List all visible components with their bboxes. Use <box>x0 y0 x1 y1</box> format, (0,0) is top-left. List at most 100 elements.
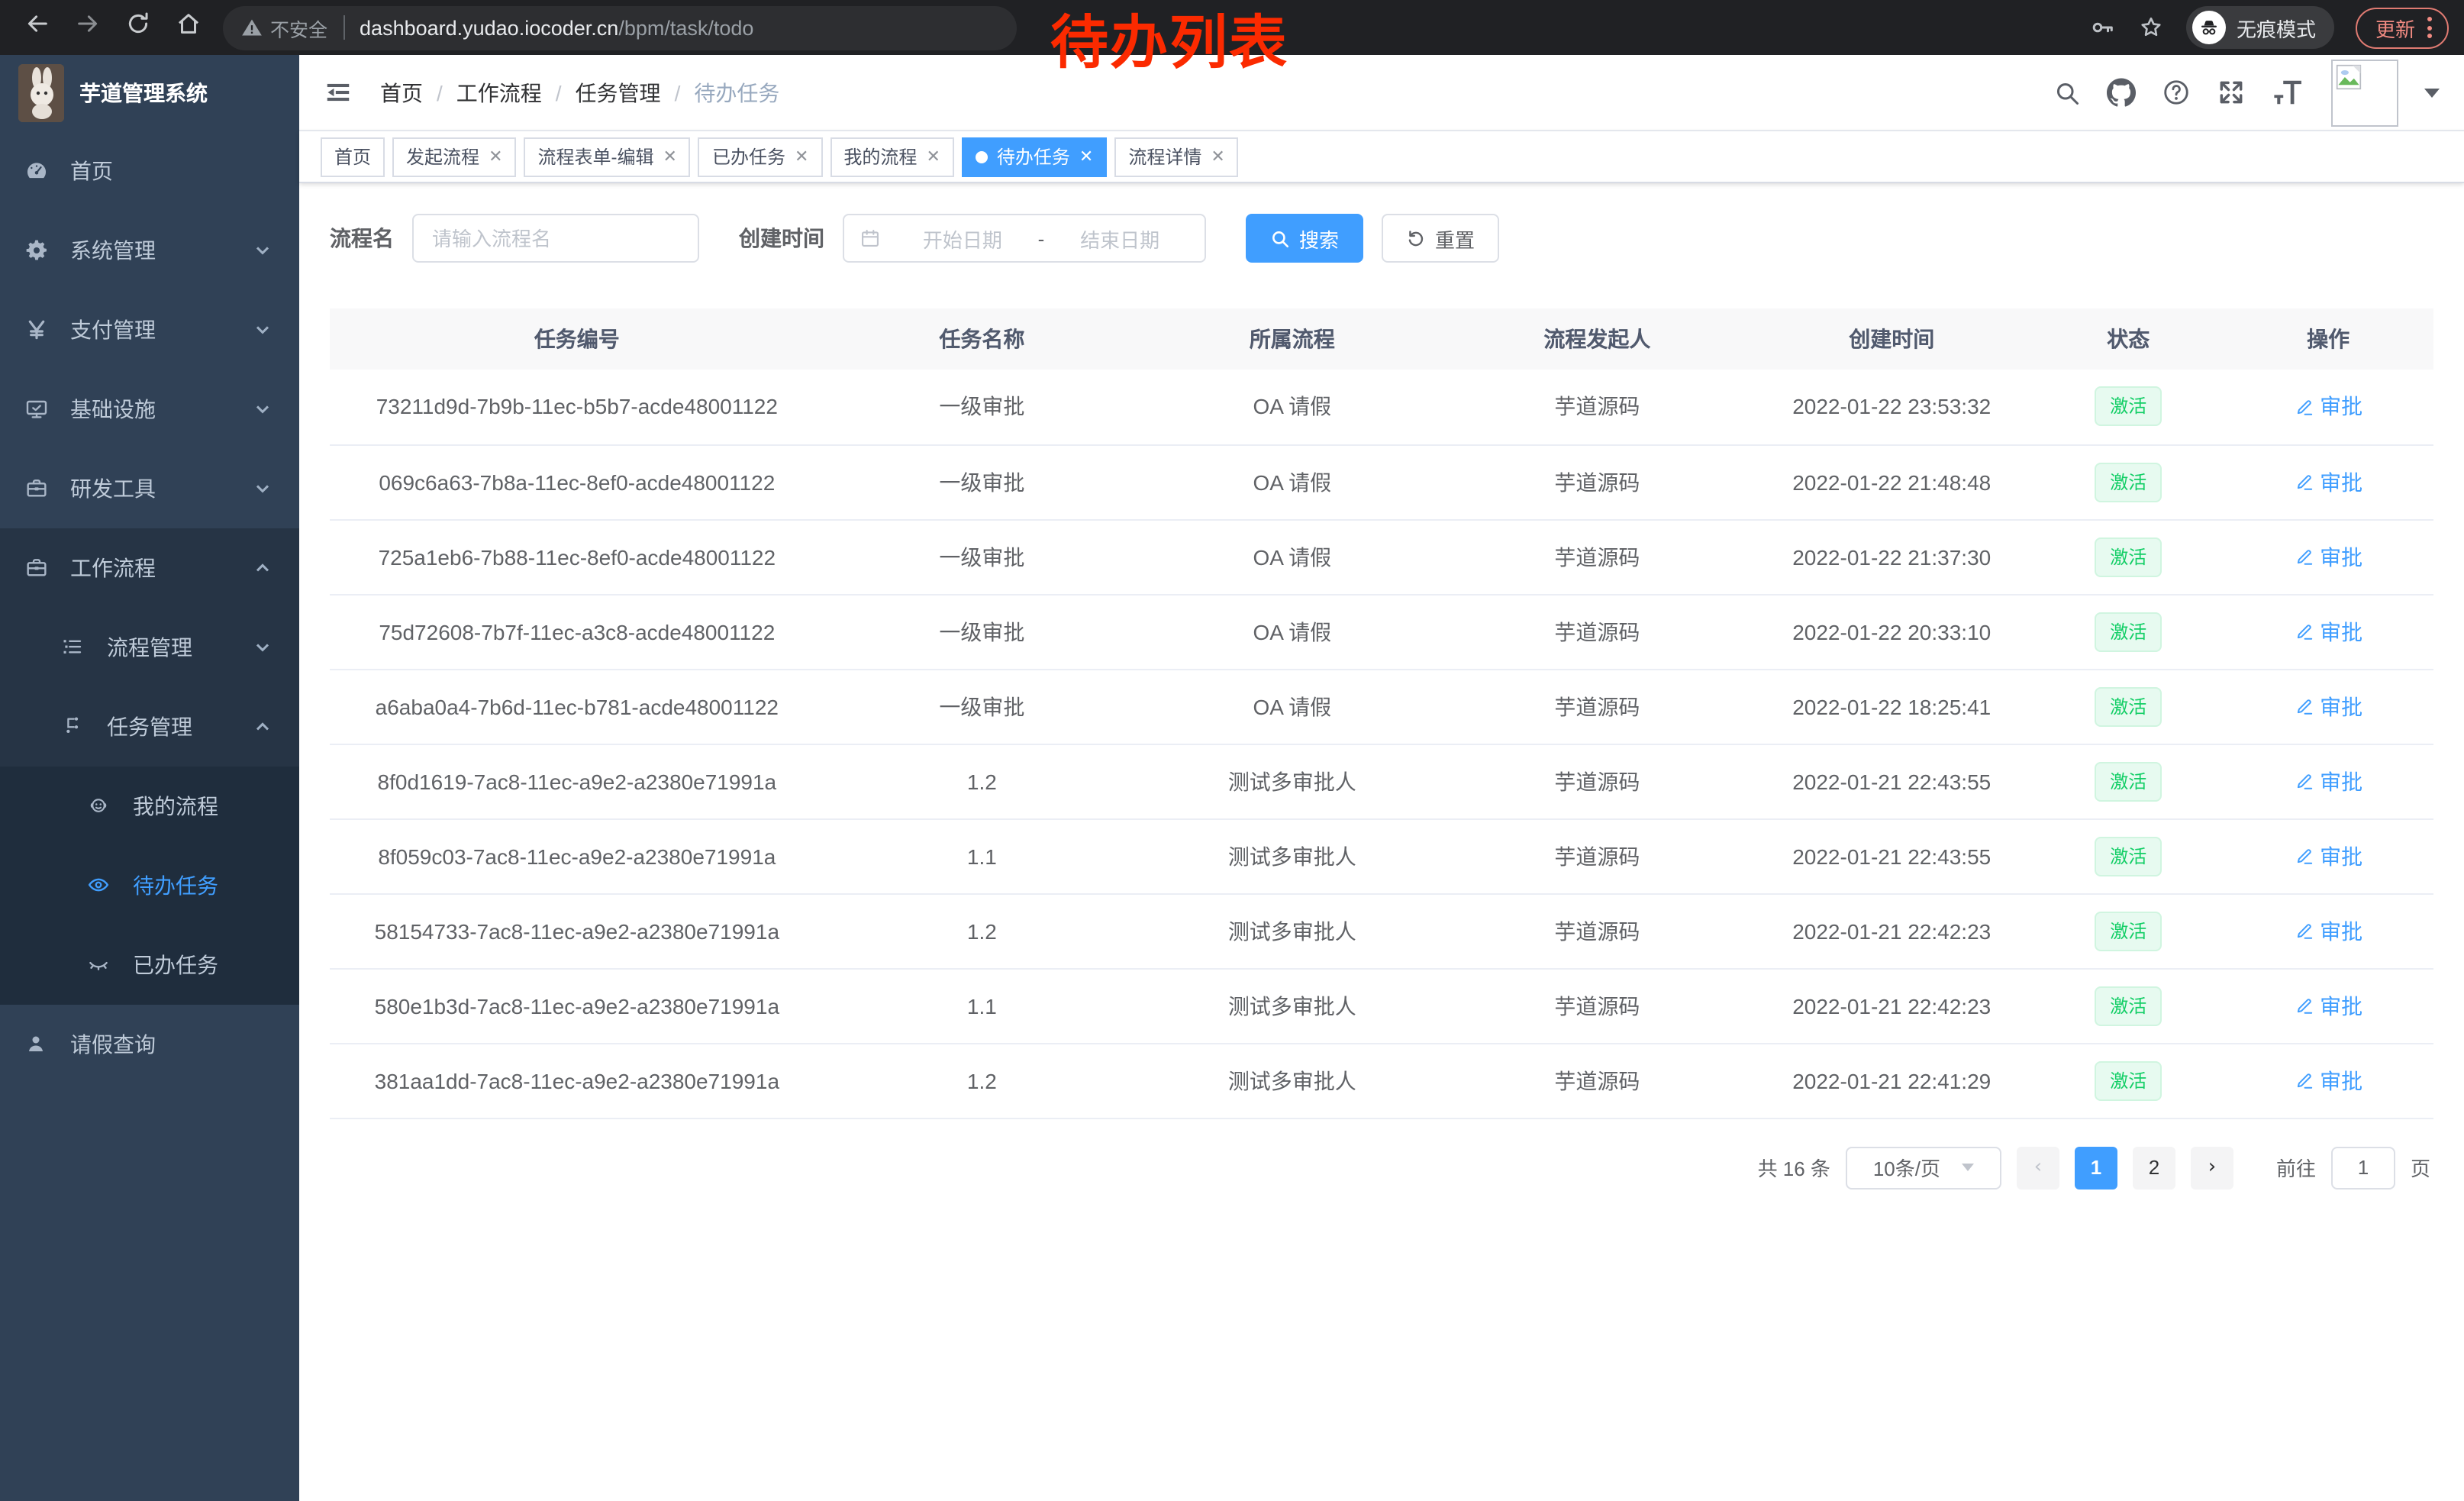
edit-icon <box>2294 397 2314 417</box>
task-id: 8f059c03-7ac8-11ec-a9e2-a2380e71991a <box>330 818 824 893</box>
col-create-time: 创建时间 <box>1750 308 2033 370</box>
sidebar-item-done-tasks[interactable]: 已办任务 <box>0 925 299 1005</box>
next-page-button[interactable]: › <box>2191 1146 2233 1189</box>
reset-button[interactable]: 重置 <box>1382 214 1499 263</box>
browser-menu-icon[interactable] <box>2427 17 2432 38</box>
key-icon[interactable] <box>2088 14 2116 41</box>
sidebar-item-infrastructure[interactable]: 基础设施 <box>0 370 299 449</box>
browser-reload-icon[interactable] <box>125 11 151 44</box>
edit-icon <box>2294 1070 2314 1090</box>
breadcrumb-item[interactable]: 任务管理 <box>576 77 661 108</box>
end-date-placeholder[interactable]: 结束日期 <box>1050 224 1189 253</box>
table-row: 58154733-7ac8-11ec-a9e2-a2380e71991a 1.2… <box>330 893 2433 968</box>
sidebar-item-payment[interactable]: 支付管理 <box>0 290 299 370</box>
browser-update-button[interactable]: 更新 <box>2356 7 2449 48</box>
tag-start-process[interactable]: 发起流程✕ <box>392 137 516 176</box>
sidebar-item-label: 已办任务 <box>133 950 275 980</box>
sidebar-item-my-process[interactable]: 我的流程 <box>0 767 299 846</box>
approve-link[interactable]: 审批 <box>2294 466 2362 497</box>
status-badge: 激活 <box>2095 986 2162 1025</box>
sidebar-item-label: 我的流程 <box>133 791 275 822</box>
page-size-select[interactable]: 10条/页 <box>1846 1146 2001 1189</box>
page-button-1[interactable]: 1 <box>2075 1146 2117 1189</box>
font-size-icon[interactable] <box>2272 78 2305 107</box>
toolbox-icon <box>24 476 49 501</box>
tag-done-tasks[interactable]: 已办任务✕ <box>698 137 822 176</box>
page-button-2[interactable]: 2 <box>2133 1146 2175 1189</box>
refresh-icon <box>1406 228 1426 248</box>
prev-page-button[interactable]: ‹ <box>2017 1146 2059 1189</box>
task-process: 测试多审批人 <box>1140 968 1445 1043</box>
help-icon[interactable] <box>2162 78 2191 107</box>
avatar-caret-icon[interactable] <box>2424 88 2440 105</box>
close-icon[interactable]: ✕ <box>1079 147 1093 166</box>
sidebar-menu: 首页 系统管理 支付管理 基础设施 <box>0 131 299 1501</box>
task-process: OA 请假 <box>1140 594 1445 669</box>
task-name: 一级审批 <box>824 444 1140 519</box>
task-starter: 芋道源码 <box>1445 594 1750 669</box>
screen: 不安全 dashboard.yudao.iocoder.cn/bpm/task/… <box>0 0 2464 1501</box>
process-name-input[interactable] <box>412 214 699 263</box>
breadcrumb-item[interactable]: 首页 <box>380 77 423 108</box>
sidebar-item-devtools[interactable]: 研发工具 <box>0 449 299 528</box>
approve-link[interactable]: 审批 <box>2294 392 2362 422</box>
sidebar-item-task-mgmt[interactable]: 任务管理 <box>0 687 299 767</box>
calendar-icon <box>859 228 881 249</box>
breadcrumb-item[interactable]: 工作流程 <box>456 77 542 108</box>
approve-link[interactable]: 审批 <box>2294 691 2362 721</box>
logo-area[interactable]: 芋道管理系统 <box>0 55 299 131</box>
edit-icon <box>2294 472 2314 492</box>
sidebar-collapse-icon[interactable] <box>324 78 353 107</box>
task-process: 测试多审批人 <box>1140 744 1445 818</box>
tag-form-edit[interactable]: 流程表单-编辑✕ <box>524 137 691 176</box>
list-tree-icon <box>61 635 85 660</box>
approve-link[interactable]: 审批 <box>2294 766 2362 796</box>
fullscreen-icon[interactable] <box>2217 78 2246 107</box>
start-date-placeholder[interactable]: 开始日期 <box>893 224 1032 253</box>
approve-link[interactable]: 审批 <box>2294 915 2362 946</box>
search-icon[interactable] <box>2053 79 2081 106</box>
date-range-picker[interactable]: 开始日期 - 结束日期 <box>843 214 1206 263</box>
task-process: OA 请假 <box>1140 444 1445 519</box>
task-name: 一级审批 <box>824 519 1140 594</box>
github-icon[interactable] <box>2107 78 2136 107</box>
sidebar-item-process-mgmt[interactable]: 流程管理 <box>0 608 299 687</box>
sidebar-item-system[interactable]: 系统管理 <box>0 211 299 290</box>
browser-forward-icon[interactable] <box>75 11 101 44</box>
table-row: 381aa1dd-7ac8-11ec-a9e2-a2380e71991a 1.2… <box>330 1043 2433 1118</box>
tag-process-detail[interactable]: 流程详情✕ <box>1114 137 1238 176</box>
bookmark-star-icon[interactable] <box>2137 14 2165 41</box>
close-icon[interactable]: ✕ <box>1211 147 1224 166</box>
chevron-down-icon <box>253 241 272 260</box>
close-icon[interactable]: ✕ <box>795 147 808 166</box>
tag-home[interactable]: 首页 <box>321 137 385 176</box>
task-id: 73211d9d-7b9b-11ec-b5b7-acde48001122 <box>330 370 824 444</box>
sidebar-item-workflow[interactable]: 工作流程 <box>0 528 299 608</box>
close-icon[interactable]: ✕ <box>489 147 502 166</box>
status-badge: 激活 <box>2095 911 2162 951</box>
approve-link[interactable]: 审批 <box>2294 841 2362 871</box>
tag-todo-tasks[interactable]: 待办任务✕ <box>962 137 1107 176</box>
browser-back-icon[interactable] <box>24 11 50 44</box>
browser-home-icon[interactable] <box>176 11 202 44</box>
address-bar[interactable]: 不安全 dashboard.yudao.iocoder.cn/bpm/task/… <box>223 5 1017 50</box>
close-icon[interactable]: ✕ <box>663 147 677 166</box>
table-header: 任务编号 任务名称 所属流程 流程发起人 创建时间 状态 操作 <box>330 308 2433 370</box>
task-time: 2022-01-21 22:42:23 <box>1750 968 2033 1043</box>
tag-my-process[interactable]: 我的流程✕ <box>830 137 953 176</box>
chevron-down-icon <box>253 638 272 657</box>
goto-page-input[interactable] <box>2331 1146 2395 1189</box>
approve-link[interactable]: 审批 <box>2294 616 2362 647</box>
avatar[interactable] <box>2331 59 2398 126</box>
sidebar-item-label: 基础设施 <box>70 394 253 424</box>
sidebar-item-todo-tasks[interactable]: 待办任务 <box>0 846 299 925</box>
approve-link[interactable]: 审批 <box>2294 1065 2362 1096</box>
sidebar-item-home[interactable]: 首页 <box>0 131 299 211</box>
sidebar-item-label: 工作流程 <box>70 553 253 583</box>
sidebar-item-leave-query[interactable]: 请假查询 <box>0 1005 299 1084</box>
search-button[interactable]: 搜索 <box>1246 214 1363 263</box>
approve-link[interactable]: 审批 <box>2294 990 2362 1021</box>
approve-link[interactable]: 审批 <box>2294 541 2362 572</box>
close-icon[interactable]: ✕ <box>926 147 940 166</box>
task-id: 580e1b3d-7ac8-11ec-a9e2-a2380e71991a <box>330 968 824 1043</box>
